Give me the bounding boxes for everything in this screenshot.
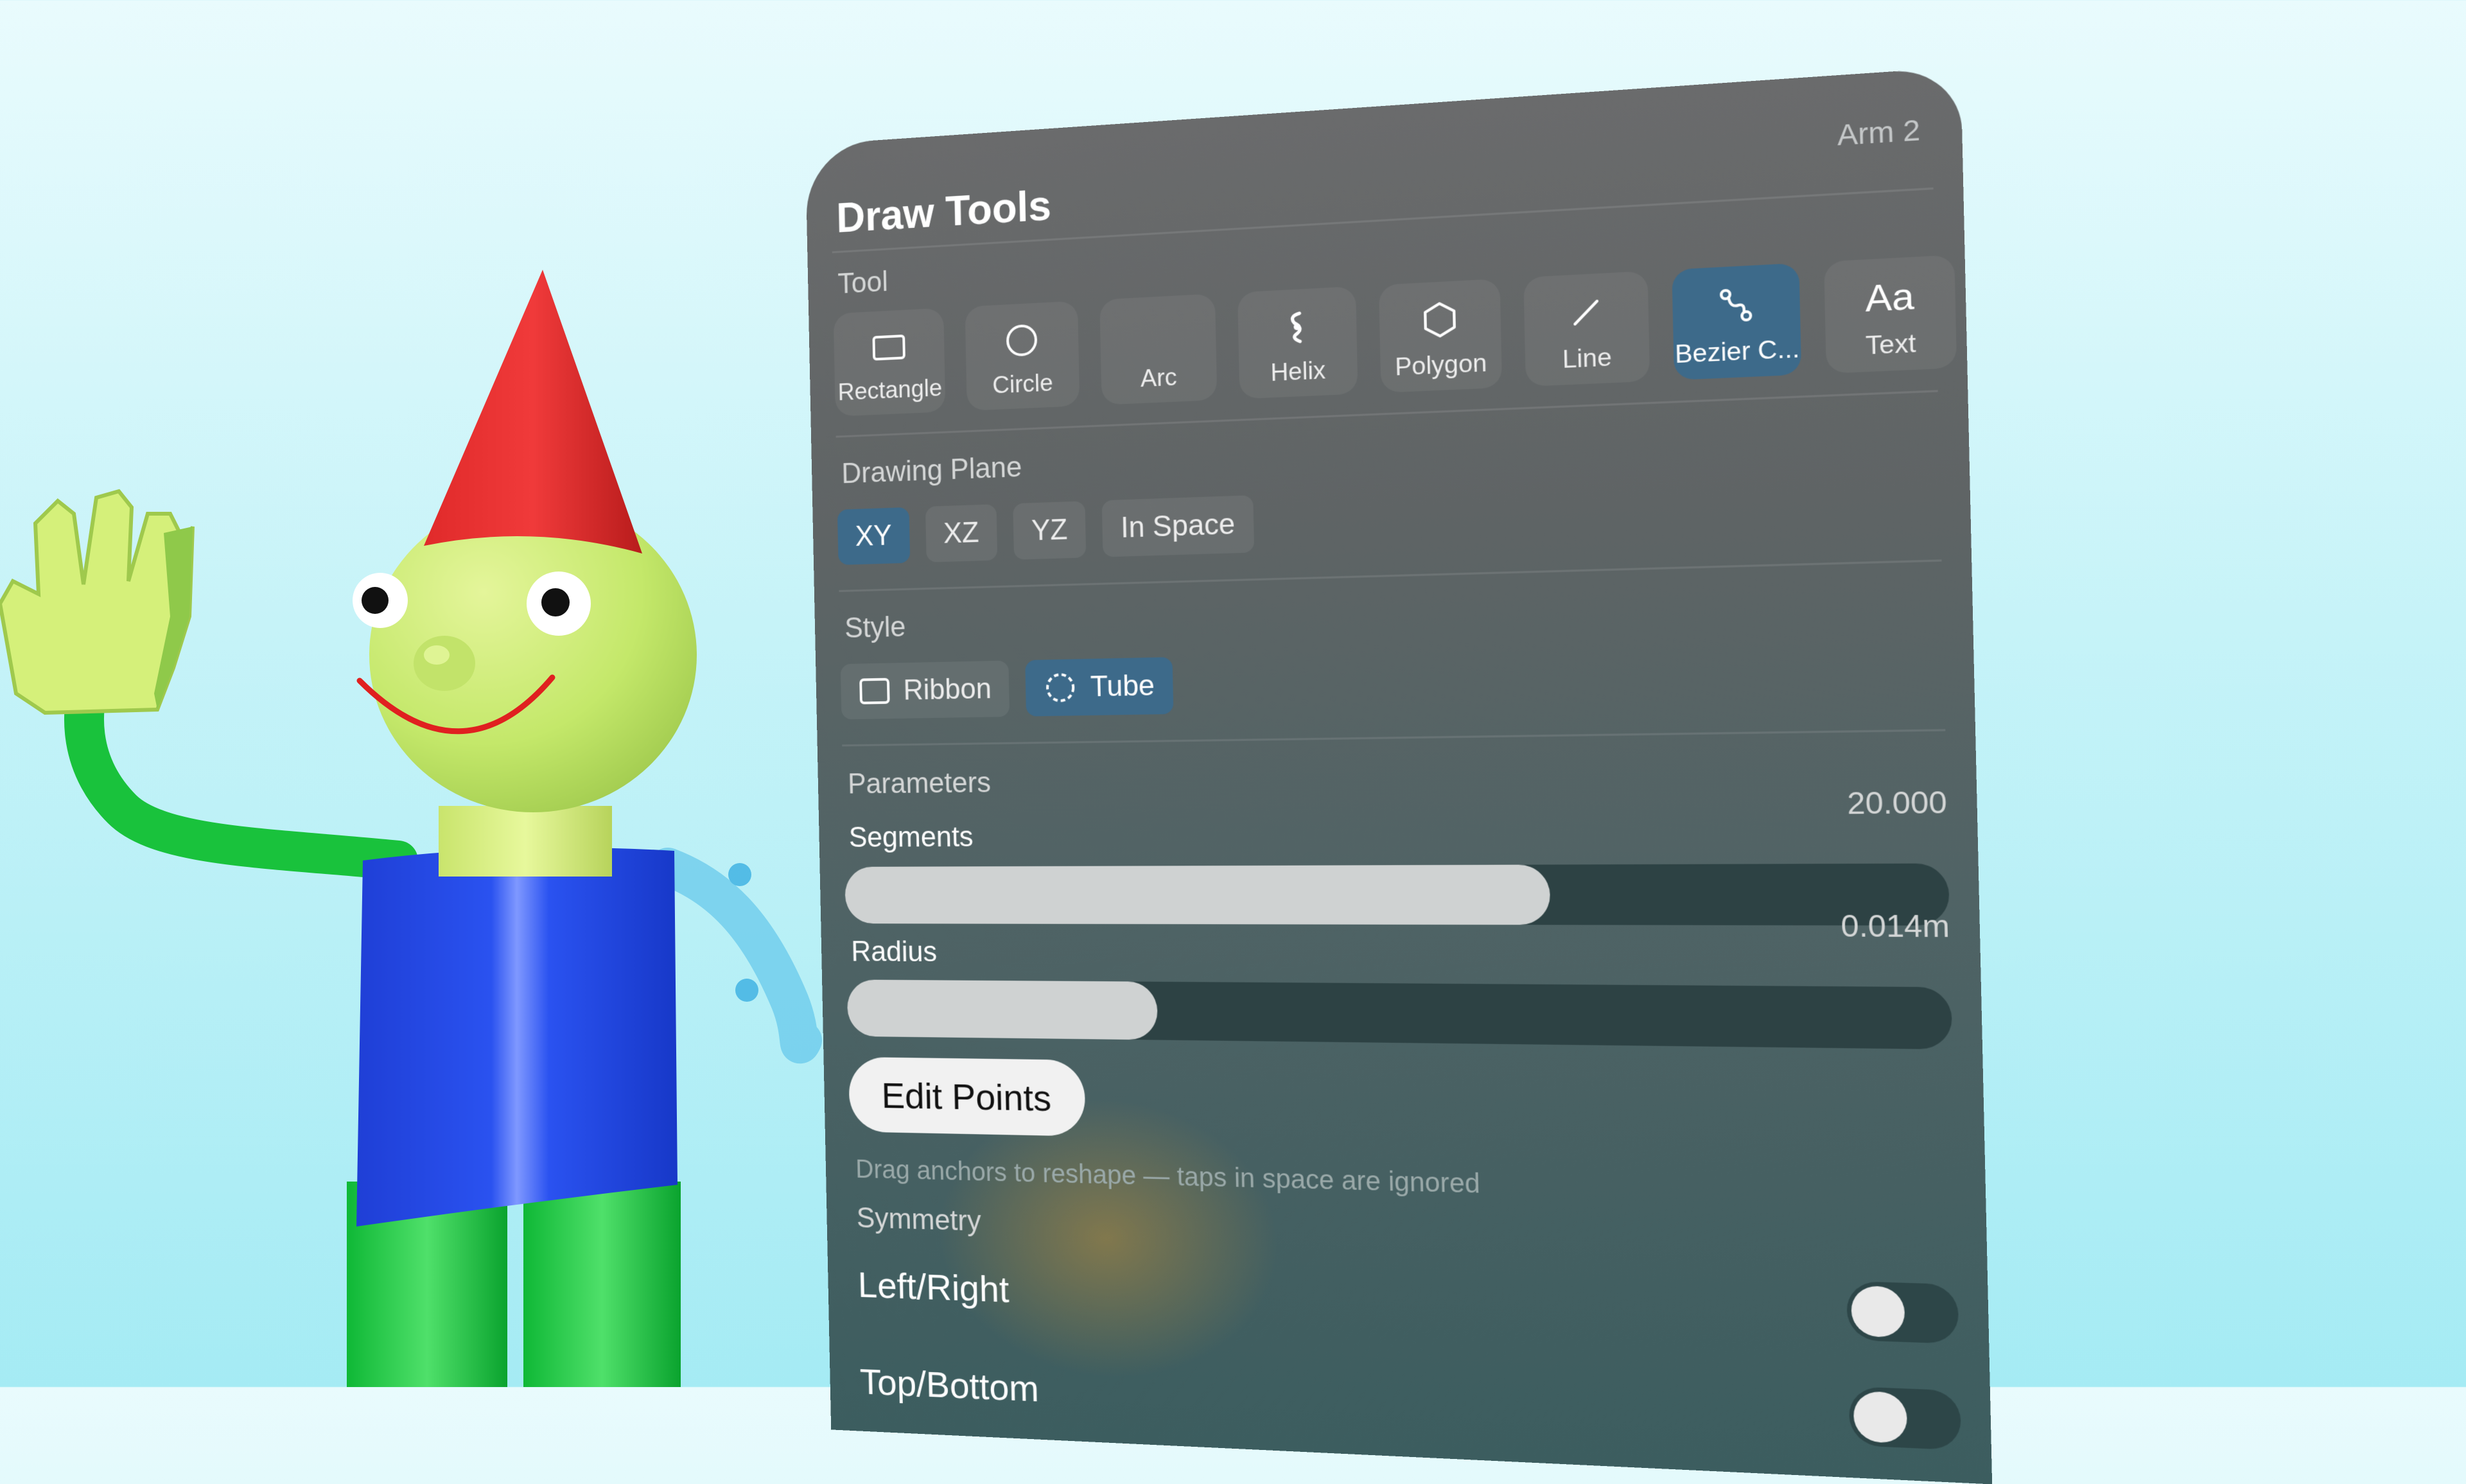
tool-label: Helix xyxy=(1270,356,1326,387)
circle-icon xyxy=(1002,320,1042,361)
tool-section-label: Tool xyxy=(837,265,889,300)
drawing-plane-label: Drawing Plane xyxy=(841,451,1022,490)
tool-helix[interactable]: Helix xyxy=(1237,286,1358,399)
chip-label: Ribbon xyxy=(903,672,992,706)
parameters-label: Parameters xyxy=(847,766,992,800)
plane-xy-button[interactable]: XY xyxy=(837,507,911,565)
edit-points-button[interactable]: Edit Points xyxy=(848,1056,1086,1137)
toggle-knob xyxy=(1851,1285,1905,1338)
top-bottom-label: Top/Bottom xyxy=(859,1361,1040,1410)
tool-arc[interactable]: Arc xyxy=(1099,293,1218,405)
left-right-toggle[interactable] xyxy=(1846,1280,1959,1344)
bezier-anchor-handle xyxy=(728,863,751,886)
radius-slider-fill[interactable] xyxy=(846,979,1159,1040)
tool-rectangle[interactable]: Rectangle xyxy=(833,308,946,417)
tool-label: Circle xyxy=(992,369,1054,399)
ribbon-square-icon xyxy=(858,674,891,708)
text-aa-icon: Aa xyxy=(1864,275,1915,320)
tool-polygon[interactable]: Polygon xyxy=(1378,278,1503,393)
tool-label: Rectangle xyxy=(837,374,943,406)
segments-value: 20.000 xyxy=(1846,785,1948,821)
hexagon-icon xyxy=(1419,299,1461,341)
tool-label: Bezier C... xyxy=(1674,334,1800,369)
character-torso xyxy=(356,848,678,1226)
bezier-anchor-handle xyxy=(735,979,758,1002)
top-bottom-toggle[interactable] xyxy=(1848,1386,1962,1451)
selection-tag: Arm 2 xyxy=(1837,113,1921,152)
symmetry-label: Symmetry xyxy=(856,1201,982,1237)
plane-in-space-button[interactable]: In Space xyxy=(1101,495,1254,557)
style-options: Ribbon Tube xyxy=(840,657,1174,720)
style-tube-button[interactable]: Tube xyxy=(1025,657,1174,717)
draw-tools-panel: Draw Tools Arm 2 Tool Rectangle Circle A… xyxy=(805,67,1993,1484)
selected-arm-preview xyxy=(649,848,822,1064)
tool-circle[interactable]: Circle xyxy=(965,301,1080,411)
rectangle-icon xyxy=(870,327,908,367)
character-hand xyxy=(0,489,195,715)
segments-slider[interactable] xyxy=(844,863,1950,926)
helix-icon xyxy=(1277,306,1318,348)
style-ribbon-button[interactable]: Ribbon xyxy=(840,660,1010,720)
toggle-knob xyxy=(1853,1390,1908,1444)
tool-label: Arc xyxy=(1140,363,1178,392)
left-right-label: Left/Right xyxy=(857,1264,1010,1311)
arc-icon xyxy=(1138,313,1178,354)
nose xyxy=(414,636,475,691)
bezier-curve-icon xyxy=(1714,283,1758,327)
tool-label: Text xyxy=(1865,329,1916,360)
radius-label: Radius xyxy=(851,936,938,968)
party-hat xyxy=(424,270,642,554)
tool-label: Line xyxy=(1562,343,1613,374)
style-label: Style xyxy=(844,611,906,644)
tool-label: Polygon xyxy=(1394,349,1487,381)
radius-value: 0.014m xyxy=(1840,909,1950,945)
character-neck xyxy=(439,806,612,877)
plane-xz-button[interactable]: XZ xyxy=(925,504,998,563)
segments-slider-fill[interactable] xyxy=(844,864,1551,925)
segments-label: Segments xyxy=(848,821,974,853)
tool-text[interactable]: Aa Text xyxy=(1824,254,1957,374)
hover-glow xyxy=(936,1097,1281,1384)
tool-bezier-curve[interactable]: Bezier C... xyxy=(1672,263,1802,381)
tool-line[interactable]: Line xyxy=(1523,270,1650,387)
character-head xyxy=(353,498,697,812)
line-icon xyxy=(1564,291,1607,334)
dashed-circle-icon xyxy=(1044,670,1078,705)
plane-yz-button[interactable]: YZ xyxy=(1013,501,1087,560)
chip-label: Tube xyxy=(1090,669,1155,703)
